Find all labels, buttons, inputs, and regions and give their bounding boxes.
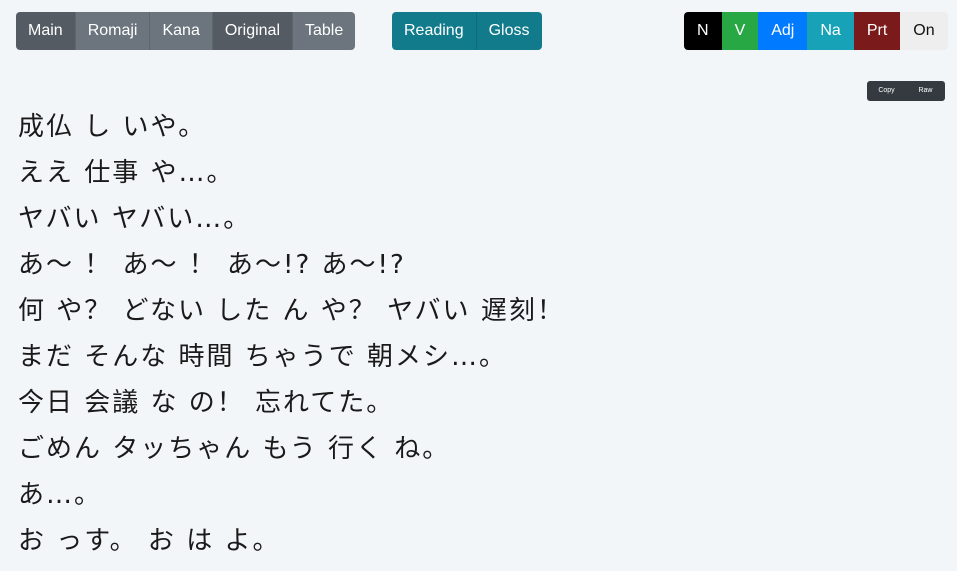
transcript-line: お っす。 お は よ。: [18, 526, 281, 556]
transcript-line: 何 や？ どない した ん や？ ヤバい 遅刻！: [18, 296, 565, 326]
transcript-line: ええ 仕事 や…。: [18, 158, 235, 188]
main-button[interactable]: Main: [16, 12, 76, 50]
transcript-line: 今日 会議 な の！ 忘れてた。: [18, 388, 395, 418]
transcript: 成仏 し いや。 ええ 仕事 や…。 ヤバい ヤバい…。 あ～ ！ あ～ ！ あ…: [18, 104, 918, 564]
original-button[interactable]: Original: [212, 12, 293, 50]
na-adjective-tag-button[interactable]: Na: [807, 12, 854, 50]
adjective-tag-button[interactable]: Adj: [758, 12, 808, 50]
aux-mode-group: Reading Gloss: [392, 12, 542, 50]
copy-button[interactable]: Copy: [867, 81, 906, 101]
transcript-line: ごめん タッちゃん もう 行く ね。: [18, 434, 451, 464]
noun-tag-button[interactable]: N: [684, 12, 722, 50]
gloss-button[interactable]: Gloss: [476, 12, 542, 50]
transcript-line: 成仏 し いや。: [18, 112, 207, 142]
pos-tag-group: N V Adj Na Prt On: [684, 12, 948, 50]
raw-button[interactable]: Raw: [906, 81, 945, 101]
view-mode-group: Main Romaji Kana Original Table: [16, 12, 356, 50]
particle-tag-button[interactable]: Prt: [853, 12, 901, 50]
transcript-line: あ…。: [18, 480, 103, 510]
transcript-line: まだ そんな 時間 ちゃうで 朝メシ…。: [18, 342, 508, 372]
onomatopoeia-tag-button[interactable]: On: [900, 12, 948, 50]
copy-controls: Copy Raw: [867, 81, 945, 101]
reading-button[interactable]: Reading: [392, 12, 477, 50]
transcript-line: ヤバい ヤバい…。: [18, 204, 252, 234]
transcript-line: あ～ ！ あ～ ！ あ～!? あ～!?: [18, 250, 406, 280]
toolbar: Main Romaji Kana Original Table Reading …: [0, 0, 957, 60]
kana-button[interactable]: Kana: [150, 12, 213, 50]
verb-tag-button[interactable]: V: [721, 12, 759, 50]
romaji-button[interactable]: Romaji: [75, 12, 151, 50]
table-button[interactable]: Table: [293, 12, 356, 50]
